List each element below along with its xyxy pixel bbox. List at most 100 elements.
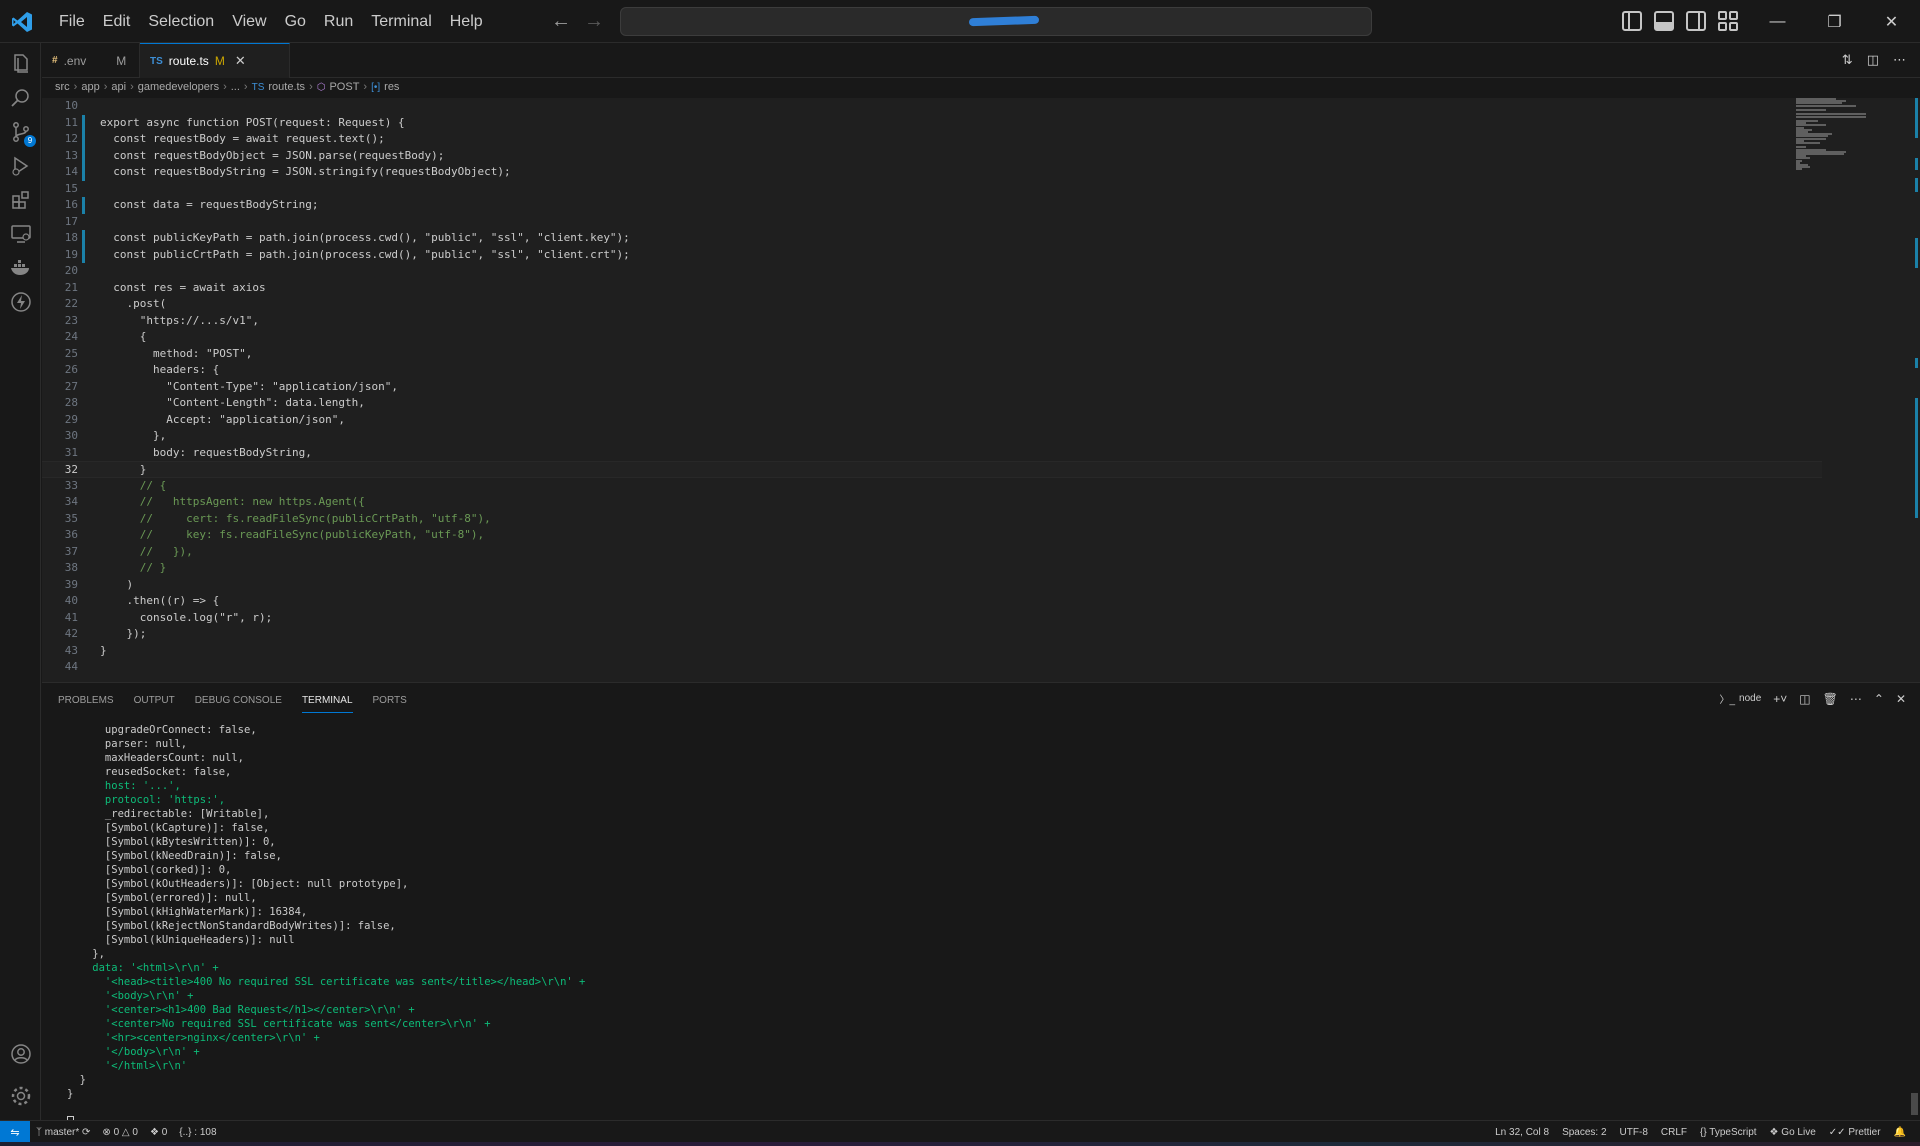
source-control-icon[interactable]: 9	[8, 119, 36, 147]
minimize-icon[interactable]: —	[1749, 0, 1806, 43]
prettier-status[interactable]: ✓✓ Prettier	[1829, 1127, 1881, 1138]
code-line[interactable]: 34 // httpsAgent: new https.Agent({	[42, 494, 1822, 511]
code-line[interactable]: 13 const requestBodyObject = JSON.parse(…	[42, 147, 1822, 164]
code-line[interactable]: 16 const data = requestBodyString;	[42, 197, 1822, 214]
open-changes-icon[interactable]: ⇅	[1842, 52, 1853, 68]
editor-scrollbar[interactable]	[1908, 98, 1918, 682]
breadcrumb-item[interactable]: POST	[329, 81, 359, 93]
menu-view[interactable]: View	[223, 0, 275, 43]
code-line[interactable]: 35 // cert: fs.readFileSync(publicCrtPat…	[42, 511, 1822, 528]
code-line[interactable]: 18 const publicKeyPath = path.join(proce…	[42, 230, 1822, 247]
tab-output[interactable]: OUTPUT	[134, 695, 175, 706]
restore-icon[interactable]: ❐	[1806, 0, 1863, 43]
kill-terminal-icon[interactable]: 🗑	[1823, 692, 1838, 706]
menu-file[interactable]: File	[50, 0, 94, 43]
code-editor[interactable]: 10 11 export async function POST(request: …	[42, 98, 1920, 682]
customize-layout-icon[interactable]	[1718, 11, 1738, 31]
code-line[interactable]: 10	[42, 98, 1822, 115]
code-line[interactable]: 28 "Content-Length": data.length,	[42, 395, 1822, 412]
remote-indicator-icon[interactable]: ⇋	[0, 1121, 30, 1143]
docker-icon[interactable]	[8, 255, 34, 281]
notifications-bell-icon[interactable]: 🔔	[1894, 1127, 1906, 1138]
code-line[interactable]: 37 // }),	[42, 544, 1822, 561]
code-line[interactable]: 32 }	[42, 461, 1822, 478]
tab-problems[interactable]: PROBLEMS	[58, 695, 114, 706]
more-actions-icon[interactable]: ⋯	[1893, 52, 1906, 68]
code-line[interactable]: 41 console.log("r", r);	[42, 610, 1822, 627]
remote-explorer-icon[interactable]	[8, 221, 34, 247]
code-line[interactable]: 20	[42, 263, 1822, 280]
go-live-button[interactable]: ❖ Go Live	[1770, 1127, 1816, 1138]
code-line[interactable]: 19 const publicCrtPath = path.join(proce…	[42, 246, 1822, 263]
code-line[interactable]: 40 .then((r) => {	[42, 593, 1822, 610]
more-actions-icon[interactable]: ⋯	[1850, 692, 1862, 706]
menu-edit[interactable]: Edit	[94, 0, 140, 43]
back-arrow-icon[interactable]: ←	[551, 11, 571, 31]
code-line[interactable]: 25 method: "POST",	[42, 346, 1822, 363]
encoding[interactable]: UTF-8	[1620, 1127, 1648, 1138]
terminal-selector[interactable]: 〉_ node	[1719, 691, 1761, 706]
code-line[interactable]: 31 body: requestBodyString,	[42, 445, 1822, 462]
terminal-output[interactable]: upgradeOrConnect: false, parser: null, m…	[42, 723, 1902, 1129]
menu-go[interactable]: Go	[276, 0, 315, 43]
run-debug-icon[interactable]	[8, 153, 34, 179]
problems-count[interactable]: ⊗ 0 △ 0	[102, 1127, 138, 1138]
code-line[interactable]: 29 Accept: "application/json",	[42, 412, 1822, 429]
code-line[interactable]: 24 {	[42, 329, 1822, 346]
tab-debug-console[interactable]: DEBUG CONSOLE	[195, 695, 282, 706]
code-line[interactable]: 22 .post(	[42, 296, 1822, 313]
code-line[interactable]: 44	[42, 659, 1822, 676]
command-center-search[interactable]	[620, 7, 1372, 36]
language-mode[interactable]: {} TypeScript	[1700, 1127, 1757, 1138]
close-panel-icon[interactable]: ✕	[1896, 692, 1906, 706]
cursor-position[interactable]: Ln 32, Col 8	[1495, 1127, 1549, 1138]
menu-selection[interactable]: Selection	[139, 0, 223, 43]
tab-route-ts[interactable]: TS route.ts M ✕	[140, 43, 290, 78]
accounts-icon[interactable]	[8, 1041, 34, 1067]
breadcrumb-item[interactable]: route.ts	[268, 81, 305, 93]
thunder-client-icon[interactable]	[8, 289, 34, 315]
code-line[interactable]: 30 },	[42, 428, 1822, 445]
menu-help[interactable]: Help	[441, 0, 492, 43]
menu-run[interactable]: Run	[315, 0, 362, 43]
git-branch[interactable]: ᛉ master* ⟳	[36, 1127, 90, 1138]
breadcrumb-item[interactable]: app	[81, 81, 99, 93]
terminal-scrollbar[interactable]	[1911, 1093, 1918, 1115]
code-line[interactable]: 36 // key: fs.readFileSync(publicKeyPath…	[42, 527, 1822, 544]
code-line[interactable]: 42 });	[42, 626, 1822, 643]
code-line[interactable]: 21 const res = await axios	[42, 280, 1822, 297]
code-line[interactable]: 26 headers: {	[42, 362, 1822, 379]
code-line[interactable]: 23 "https://...s/v1",	[42, 313, 1822, 330]
menu-terminal[interactable]: Terminal	[362, 0, 440, 43]
code-line[interactable]: 33 // {	[42, 478, 1822, 495]
indentation[interactable]: Spaces: 2	[1562, 1127, 1606, 1138]
code-line[interactable]: 12 const requestBody = await request.tex…	[42, 131, 1822, 148]
breadcrumb-item[interactable]: ...	[231, 81, 240, 93]
ports-count[interactable]: ❖ 0	[150, 1127, 167, 1138]
toggle-primary-sidebar-icon[interactable]	[1622, 11, 1642, 31]
breadcrumb-item[interactable]: api	[111, 81, 126, 93]
breadcrumb-item[interactable]: src	[55, 81, 70, 93]
split-editor-icon[interactable]: ◫	[1867, 52, 1879, 68]
code-line[interactable]: 14 const requestBodyString = JSON.string…	[42, 164, 1822, 181]
breadcrumb-item[interactable]: res	[384, 81, 399, 93]
forward-arrow-icon[interactable]: →	[584, 11, 604, 31]
code-line[interactable]: 17	[42, 214, 1822, 231]
toggle-secondary-sidebar-icon[interactable]	[1686, 11, 1706, 31]
code-line[interactable]: 43}	[42, 643, 1822, 660]
tab-env[interactable]: # .env M	[42, 43, 140, 78]
close-window-icon[interactable]: ✕	[1863, 0, 1920, 43]
tab-terminal[interactable]: TERMINAL	[301, 695, 353, 713]
extensions-icon[interactable]	[8, 187, 34, 213]
tab-ports[interactable]: PORTS	[373, 695, 407, 706]
line-ending[interactable]: CRLF	[1661, 1127, 1687, 1138]
code-line[interactable]: 27 "Content-Type": "application/json",	[42, 379, 1822, 396]
search-icon[interactable]	[8, 85, 34, 111]
code-line[interactable]: 11 export async function POST(request: Re…	[42, 114, 1822, 131]
minimap[interactable]	[1790, 98, 1890, 178]
close-tab-icon[interactable]: ✕	[235, 53, 246, 69]
explorer-icon[interactable]	[8, 51, 34, 77]
new-terminal-icon[interactable]: +˅	[1773, 692, 1787, 706]
code-line[interactable]: 15	[42, 181, 1822, 198]
settings-gear-icon[interactable]	[8, 1083, 34, 1109]
